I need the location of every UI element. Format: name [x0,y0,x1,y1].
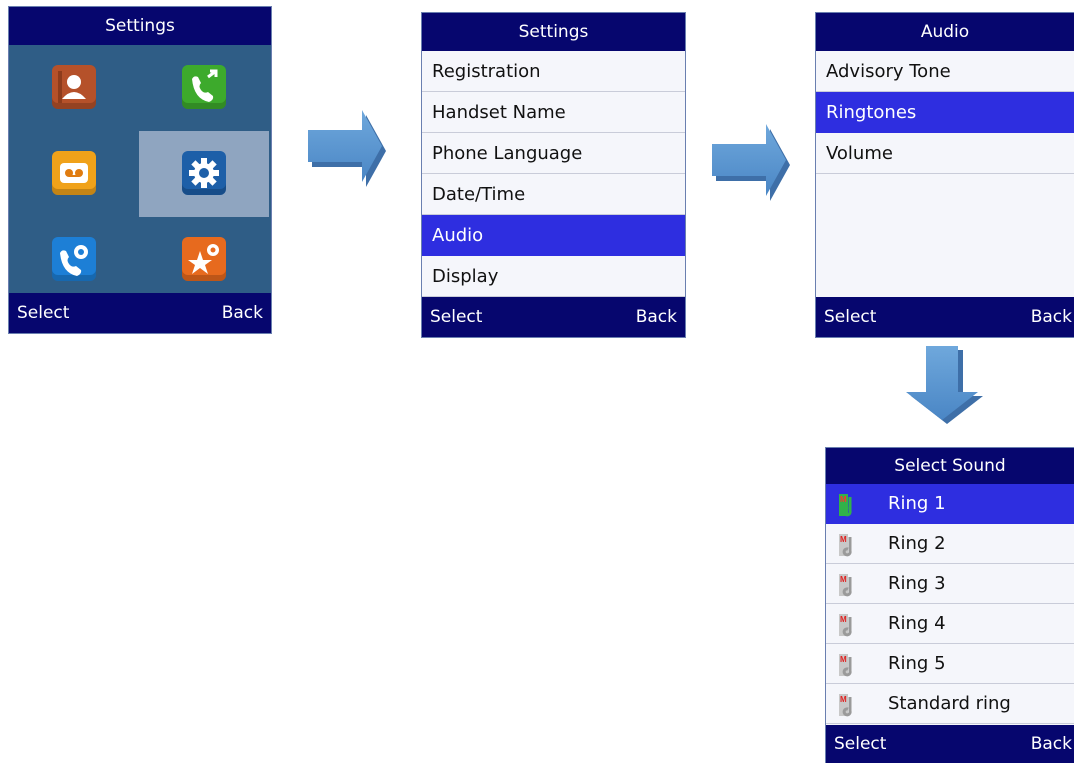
back-softkey[interactable]: Back [636,297,677,337]
ringtone-file-icon: M [839,614,852,637]
menu-cell-settings[interactable] [139,131,269,217]
svg-text:M: M [840,615,847,624]
ringtone-item[interactable]: M Standard ring [826,684,1074,724]
audio-menu-list: Advisory Tone Ringtones Volume [816,51,1074,174]
ringtone-item[interactable]: M Ring 1 [826,484,1074,524]
ringtone-label: Standard ring [888,693,1011,714]
arrow-down-icon [906,346,983,424]
ringtone-label: Ring 5 [888,653,946,674]
screen-audio-menu: Audio Advisory Tone Ringtones Volume Sel… [815,12,1074,338]
select-softkey[interactable]: Select [834,725,886,763]
ringtone-label: Ring 3 [888,573,946,594]
menu-item-handset-name[interactable]: Handset Name [422,92,685,133]
svg-text:M: M [840,575,847,584]
softkey-bar: Select Back [816,297,1074,337]
phonebook-icon [52,65,96,109]
menu-item-volume[interactable]: Volume [816,133,1074,174]
settings-title: Settings [422,13,685,51]
menu-cell-call-history[interactable] [139,45,269,131]
call-history-icon [182,65,226,109]
back-softkey[interactable]: Back [1031,725,1072,763]
feature-star-icon [182,237,226,281]
voicemail-icon [52,151,96,195]
settings-menu-list: Registration Handset Name Phone Language… [422,51,685,297]
arrow-right-icon [712,124,790,201]
select-sound-title: Select Sound [826,448,1074,484]
menu-item-ringtones[interactable]: Ringtones [816,92,1074,133]
ringtone-item[interactable]: M Ring 3 [826,564,1074,604]
ringtone-list: M Ring 1 M Ring 2 M Ring 3 M Ring 4 M Ri… [826,484,1074,724]
menu-cell-phonebook[interactable] [9,45,139,131]
icon-grid [9,45,271,293]
svg-text:M: M [840,695,847,704]
select-softkey[interactable]: Select [430,297,482,337]
audio-title: Audio [816,13,1074,51]
ringtone-file-icon: M [839,534,852,557]
screen-settings-list: Settings Registration Handset Name Phone… [421,12,686,338]
softkey-bar: Select Back [826,725,1074,763]
menu-cell-voicemail[interactable] [9,131,139,217]
screen-main-menu: Settings Select Back [8,6,272,334]
menu-item-phone-language[interactable]: Phone Language [422,133,685,174]
ringtone-item[interactable]: M Ring 4 [826,604,1074,644]
softkey-bar: Select Back [9,293,271,333]
menu-item-date-time[interactable]: Date/Time [422,174,685,215]
svg-text:M: M [840,535,847,544]
ringtone-selected-icon: M [839,494,852,517]
ringtone-label: Ring 4 [888,613,946,634]
svg-text:M: M [840,495,847,504]
back-softkey[interactable]: Back [222,293,263,333]
svg-text:M: M [840,655,847,664]
menu-cell-call-settings[interactable] [9,217,139,303]
screen-select-sound: Select Sound M Ring 1 M Ring 2 M Ring 3 … [825,447,1074,763]
select-softkey[interactable]: Select [17,293,69,333]
menu-item-display[interactable]: Display [422,256,685,297]
ringtone-file-icon: M [839,654,852,677]
settings-gear-icon [182,151,226,195]
ringtone-label: Ring 2 [888,533,946,554]
back-softkey[interactable]: Back [1031,297,1072,337]
menu-cell-features[interactable] [139,217,269,303]
ringtone-item[interactable]: M Ring 5 [826,644,1074,684]
ringtone-label: Ring 1 [888,493,946,514]
arrow-right-icon [308,110,386,187]
ringtone-item[interactable]: M Ring 2 [826,524,1074,564]
ringtone-file-icon: M [839,574,852,597]
menu-item-audio[interactable]: Audio [422,215,685,256]
softkey-bar: Select Back [422,297,685,337]
call-settings-icon [52,237,96,281]
menu-item-advisory-tone[interactable]: Advisory Tone [816,51,1074,92]
ringtone-file-icon: M [839,694,852,717]
main-menu-title: Settings [9,7,271,45]
select-softkey[interactable]: Select [824,297,876,337]
menu-item-registration[interactable]: Registration [422,51,685,92]
